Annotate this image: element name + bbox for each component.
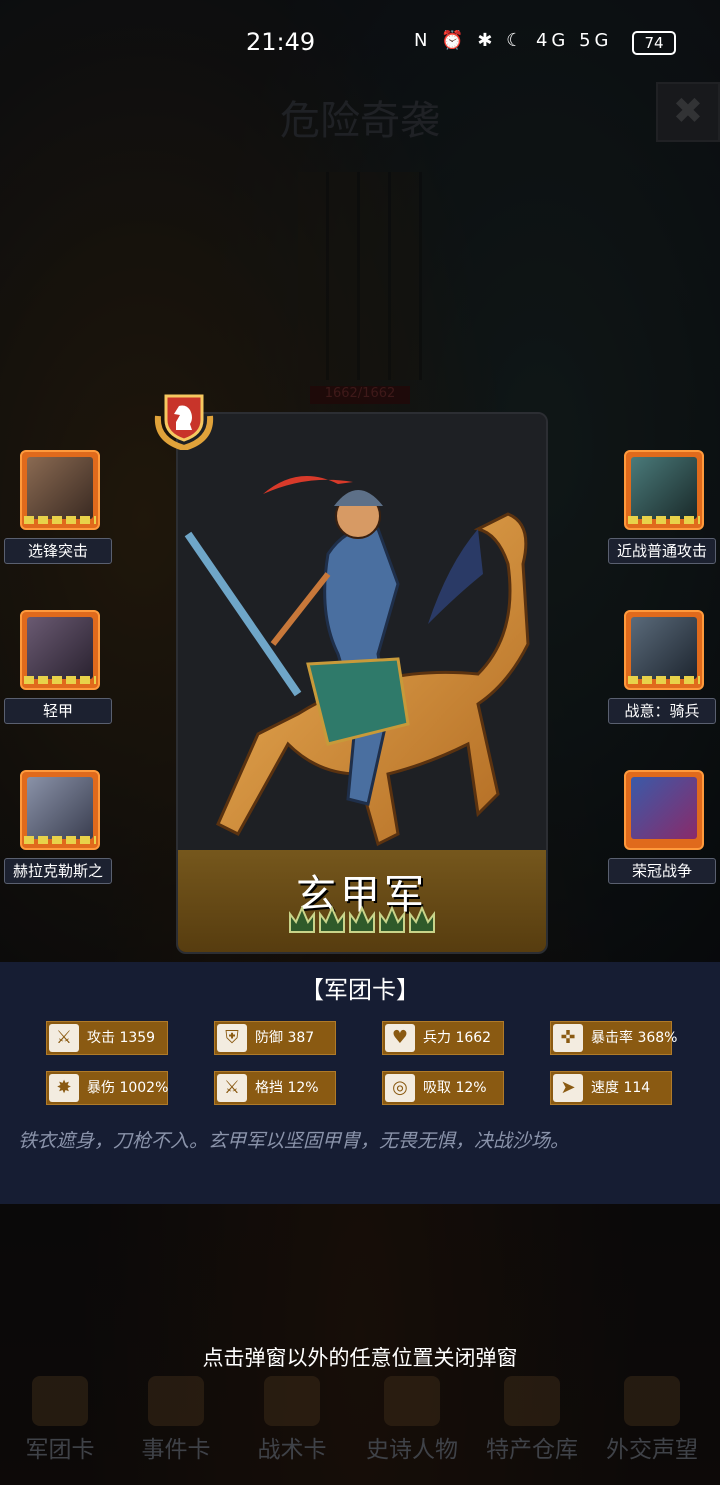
letter-icon	[624, 1376, 680, 1426]
shield-icon: ⛨	[217, 1024, 247, 1052]
skill-label: 选锋突击	[4, 538, 112, 564]
swordsman-attack-icon	[631, 457, 697, 519]
status-time: 21:49	[246, 28, 316, 56]
warrior-portrait-icon	[27, 457, 93, 519]
skill-label: 近战普通攻击	[608, 538, 716, 564]
scroll-icon	[148, 1376, 204, 1426]
stat-speed: ➤ 速度 114	[550, 1071, 672, 1105]
crit-target-icon: ✜	[553, 1024, 583, 1052]
chest-icon	[504, 1376, 560, 1426]
skill-slot-left-2[interactable]: 轻甲	[2, 610, 112, 740]
star-rating	[289, 905, 435, 933]
skill-slot-left-3[interactable]: 赫拉克勒斯之	[2, 770, 112, 900]
unit-card: 玄甲军	[176, 412, 548, 954]
skill-slot-left-1[interactable]: 选锋突击	[2, 450, 112, 580]
skill-slot-right-2[interactable]: 战意：骑兵	[606, 610, 716, 740]
heart-icon: ♥	[385, 1024, 415, 1052]
nav-tactic-cards[interactable]: 战术卡	[234, 1370, 350, 1470]
skill-slot-right-3[interactable]: 荣冠战争	[606, 770, 716, 900]
hooded-rogue-icon	[27, 617, 93, 679]
status-bar: 21:49 N ⏰ ✱ ☾ 4G 5G 74	[0, 0, 720, 84]
helmet-icon	[32, 1376, 88, 1426]
nav-specialty-warehouse[interactable]: 特产仓库	[474, 1370, 590, 1470]
close-hint: 点击弹窗以外的任意位置关闭弹窗	[202, 1346, 518, 1370]
skill-crowns	[24, 676, 96, 684]
stat-defense: ⛨ 防御 387	[214, 1021, 336, 1055]
sword-icon: ⚔	[49, 1024, 79, 1052]
skill-crowns	[24, 836, 96, 844]
crown-icon	[384, 1376, 440, 1426]
cathedral-crown-icon	[631, 777, 697, 839]
boot-icon: ➤	[553, 1074, 583, 1102]
burst-icon: ✸	[49, 1074, 79, 1102]
skill-label: 赫拉克勒斯之	[4, 858, 112, 884]
skill-crowns	[628, 676, 700, 684]
card-type-title: 【军团卡】	[300, 976, 420, 1004]
skill-label: 战意：骑兵	[608, 698, 716, 724]
tactics-icon	[264, 1376, 320, 1426]
drain-icon: ◎	[385, 1074, 415, 1102]
stat-crit-damage: ✸ 暴伤 1002%	[46, 1071, 168, 1105]
stat-crit-rate: ✜ 暴击率 368%	[550, 1021, 677, 1055]
skill-crowns	[24, 516, 96, 524]
nav-event-cards[interactable]: 事件卡	[118, 1370, 234, 1470]
knight-chess-icon	[154, 394, 214, 450]
nav-epic-characters[interactable]: 史诗人物	[354, 1370, 470, 1470]
stat-block: ⚔ 格挡 12%	[214, 1071, 336, 1105]
cavalry-ruins-icon	[631, 617, 697, 679]
block-icon: ⚔	[217, 1074, 247, 1102]
card-description: 铁衣遮身，刀枪不入。玄甲军以坚固甲胄，无畏无惧，决战沙场。	[18, 1130, 570, 1152]
skill-label: 荣冠战争	[608, 858, 716, 884]
nav-diplomacy[interactable]: 外交声望	[594, 1370, 710, 1470]
bottom-nav: 军团卡 事件卡 战术卡 史诗人物 特产仓库 外交声望	[0, 1370, 720, 1485]
skill-crowns	[628, 516, 700, 524]
stat-drain: ◎ 吸取 12%	[382, 1071, 504, 1105]
stat-troops: ♥ 兵力 1662	[382, 1021, 504, 1055]
skill-slot-right-1[interactable]: 近战普通攻击	[606, 450, 716, 580]
skill-label: 轻甲	[4, 698, 112, 724]
armored-knight-icon	[27, 777, 93, 839]
nav-legion-cards[interactable]: 军团卡	[2, 1370, 118, 1470]
stat-attack: ⚔ 攻击 1359	[46, 1021, 168, 1055]
status-icons: N ⏰ ✱ ☾ 4G 5G	[414, 30, 613, 51]
battery-icon: 74	[632, 31, 676, 55]
